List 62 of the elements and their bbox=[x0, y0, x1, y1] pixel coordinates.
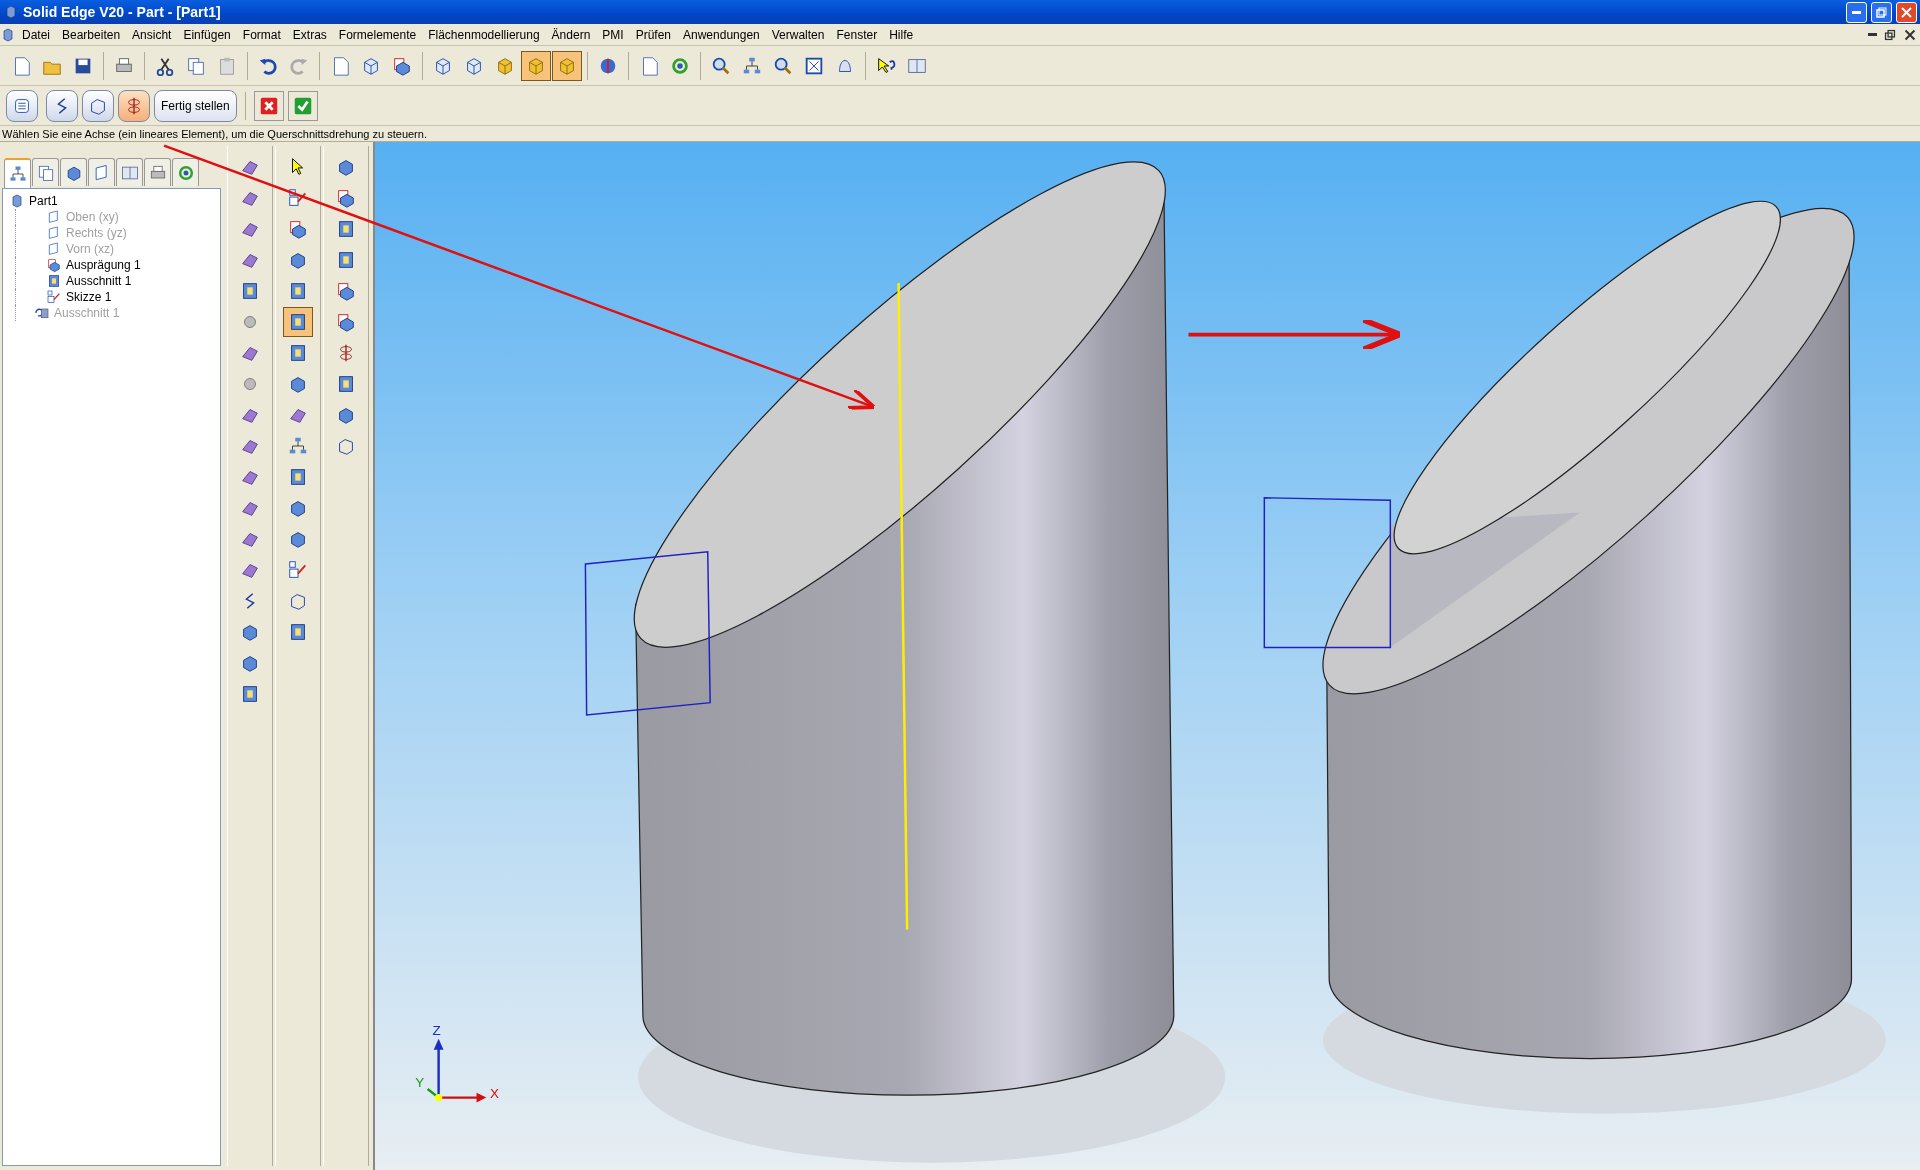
protrusion-icon bbox=[335, 280, 357, 302]
step-button[interactable] bbox=[46, 89, 78, 122]
cancel-button[interactable] bbox=[253, 90, 284, 121]
window-title: Solid Edge V20 - Part - [Part1] bbox=[23, 2, 222, 22]
tree-item[interactable]: Skizze 1 bbox=[66, 288, 112, 306]
close-button[interactable] bbox=[1896, 1, 1917, 23]
restore-button[interactable] bbox=[1871, 1, 1892, 23]
menu-item[interactable]: Verwalten bbox=[765, 25, 831, 44]
menu-item[interactable]: Formelemente bbox=[332, 25, 423, 44]
step-button[interactable] bbox=[6, 89, 38, 122]
rollback-icon bbox=[34, 305, 50, 321]
close-icon[interactable] bbox=[1903, 27, 1917, 42]
tree-item[interactable]: Part1 bbox=[29, 192, 58, 210]
protrusion-icon bbox=[335, 311, 357, 333]
panel-tab[interactable] bbox=[4, 158, 31, 188]
menu-item[interactable]: Fenster bbox=[830, 25, 884, 44]
panel-tab[interactable] bbox=[32, 158, 59, 186]
restore-icon[interactable] bbox=[1883, 27, 1897, 42]
step-button[interactable] bbox=[118, 89, 150, 122]
axis-label: Y bbox=[415, 1074, 425, 1090]
menu-item[interactable]: Einfügen bbox=[177, 25, 237, 44]
menu-item[interactable]: Bearbeiten bbox=[56, 25, 127, 44]
part-icon bbox=[3, 4, 19, 20]
menu-item[interactable]: Format bbox=[236, 25, 287, 44]
menu-item[interactable]: Ändern bbox=[545, 25, 597, 44]
restore-icon bbox=[1876, 6, 1887, 18]
sketch-icon bbox=[287, 187, 309, 209]
menu-item[interactable]: Ansicht bbox=[126, 25, 178, 44]
close-icon bbox=[1901, 6, 1912, 18]
protrusion-icon bbox=[287, 218, 309, 240]
menu-item[interactable]: PMI bbox=[596, 25, 630, 44]
menu-item[interactable]: Anwendungen bbox=[677, 25, 766, 44]
menu-item[interactable]: Flächenmodellierung bbox=[422, 25, 546, 44]
part-icon bbox=[9, 193, 25, 209]
menu-item[interactable]: Datei bbox=[16, 25, 56, 44]
ok-button[interactable] bbox=[287, 90, 318, 121]
panel-tab[interactable] bbox=[116, 158, 143, 186]
triad-drawing bbox=[426, 1038, 487, 1103]
tool-button[interactable] bbox=[283, 307, 313, 337]
panel-tab[interactable] bbox=[60, 158, 87, 186]
panel-tab[interactable] bbox=[88, 158, 115, 186]
tree-item[interactable]: Ausprägung 1 bbox=[66, 256, 141, 274]
sketch-icon bbox=[46, 289, 62, 305]
panel-tab[interactable] bbox=[172, 158, 199, 186]
toolbar-button[interactable] bbox=[521, 50, 551, 81]
part-icon bbox=[0, 26, 16, 43]
minimize-icon bbox=[1852, 10, 1861, 14]
axis-label: Z bbox=[432, 1023, 441, 1039]
protrusion-icon bbox=[46, 257, 62, 273]
profile-rectangle[interactable] bbox=[1263, 497, 1392, 649]
step-button[interactable] bbox=[82, 89, 114, 122]
menu-item[interactable]: Hilfe bbox=[883, 25, 920, 44]
tree-item[interactable]: Ausschnitt 1 bbox=[66, 272, 132, 290]
protrusion-icon bbox=[335, 187, 357, 209]
menu-item[interactable]: Prüfen bbox=[629, 25, 677, 44]
finish-button[interactable]: Fertig stellen bbox=[154, 89, 237, 122]
panel-tab[interactable] bbox=[144, 158, 171, 186]
menu-item[interactable]: Extras bbox=[286, 25, 333, 44]
minimize-button[interactable] bbox=[1846, 1, 1867, 23]
axis-label: X bbox=[490, 1085, 499, 1101]
toolbar-button[interactable] bbox=[552, 50, 582, 81]
sketch-icon bbox=[287, 559, 309, 581]
